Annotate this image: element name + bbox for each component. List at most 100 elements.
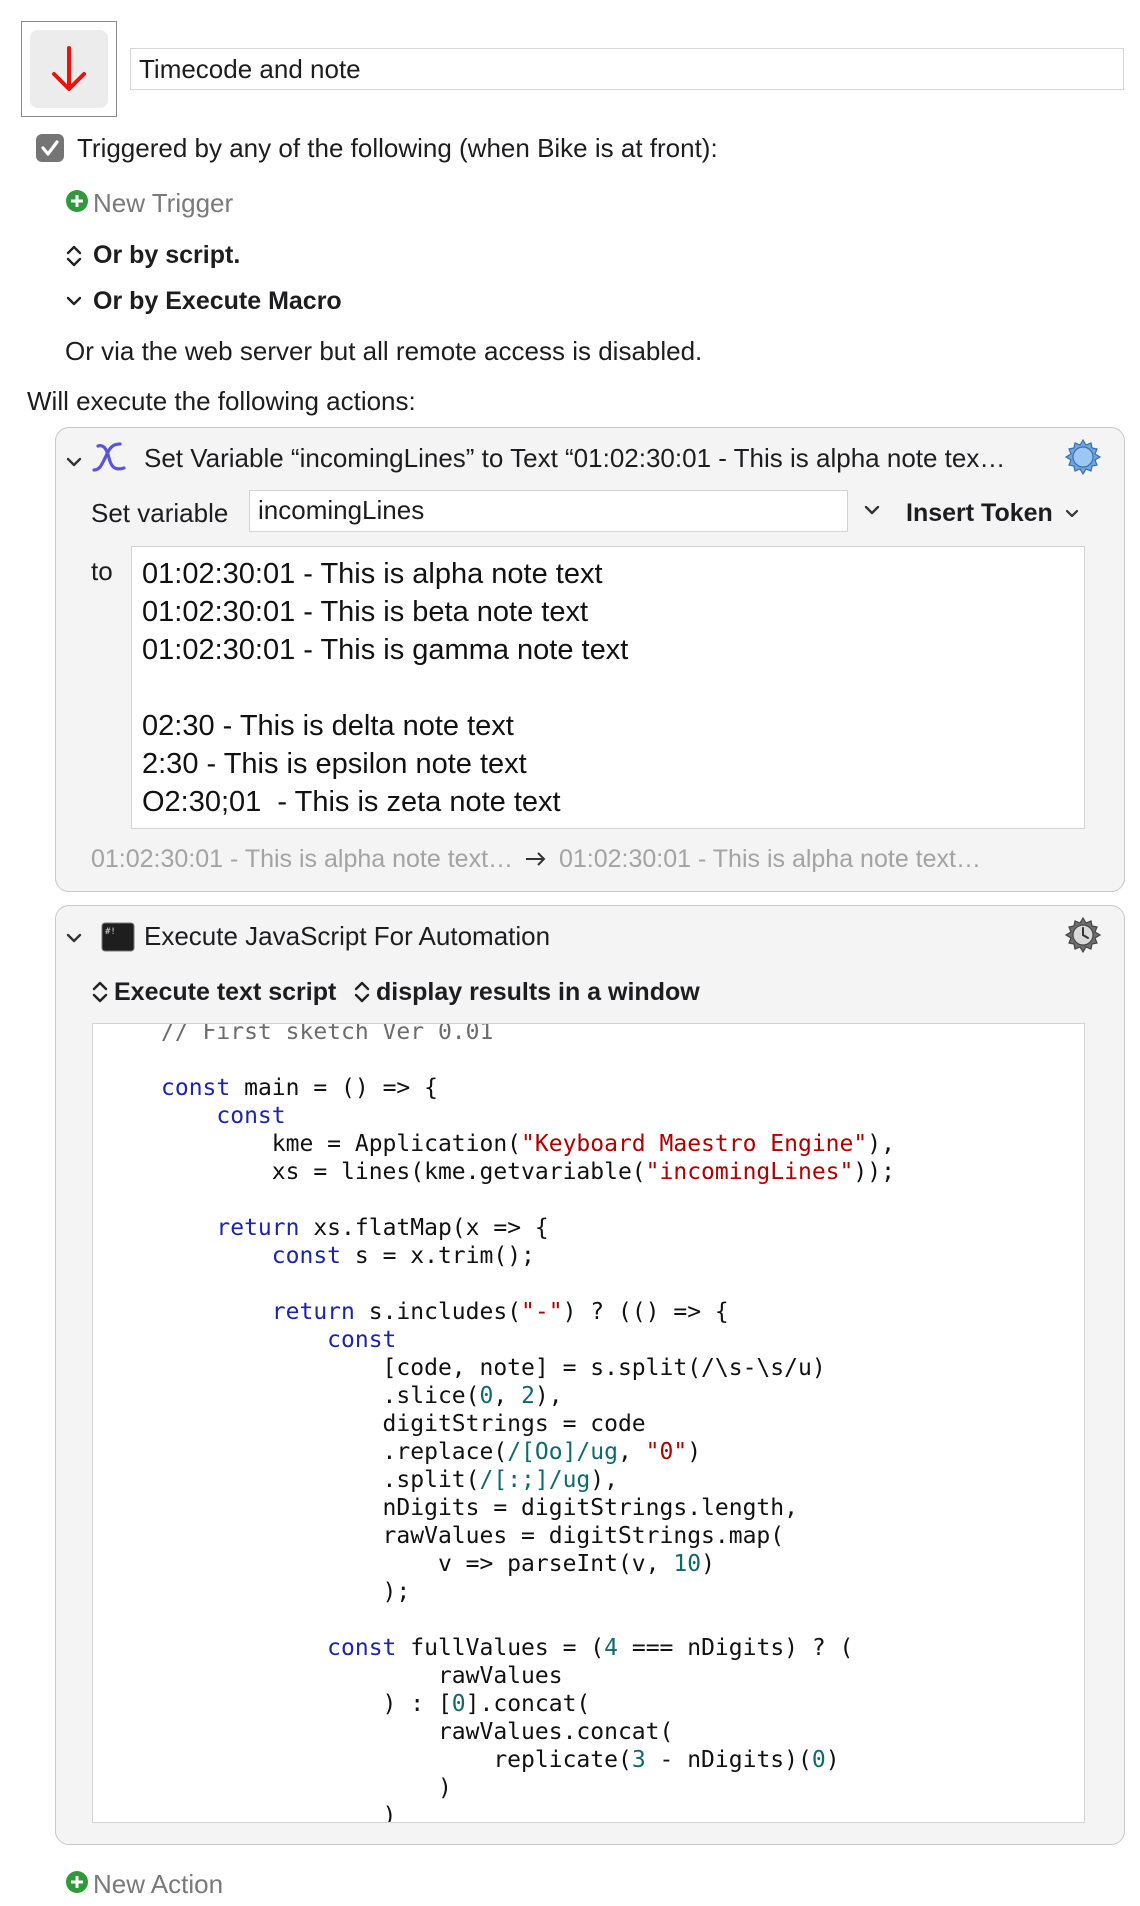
code-line: );: [161, 1578, 1084, 1606]
code-line: .slice(0, 2),: [161, 1382, 1084, 1410]
variable-menu-chevron-icon[interactable]: [863, 496, 881, 524]
insert-token-label: Insert Token: [906, 499, 1053, 527]
new-action-label: New Action: [93, 1869, 224, 1899]
code-token: 2: [521, 1383, 535, 1409]
script-editor[interactable]: // First sketch Ver 0.01 const main = () …: [92, 1023, 1085, 1823]
script-code: // First sketch Ver 0.01 const main = () …: [93, 1023, 1084, 1823]
code-token: ): [161, 1803, 397, 1823]
code-token: const: [161, 1075, 231, 1101]
code-token: 3: [631, 1747, 646, 1773]
variable-name-input[interactable]: incomingLines: [249, 490, 848, 532]
result-mode-label: display results in a window: [376, 978, 700, 1006]
code-token: const: [327, 1635, 397, 1661]
chevron-down-icon[interactable]: [65, 924, 83, 952]
code-token: v => parseInt(v,: [161, 1551, 674, 1577]
code-token: ,: [617, 1439, 646, 1465]
chevron-down-icon[interactable]: [65, 448, 83, 476]
code-token: // First sketch Ver 0.01: [161, 1023, 494, 1045]
script-mode-label: Execute text script: [114, 978, 337, 1006]
code-token: ));: [853, 1159, 895, 1185]
trigger-header: Triggered by any of the following (when …: [77, 133, 718, 163]
code-token: s.includes(: [354, 1299, 522, 1325]
code-line: ): [161, 1774, 1084, 1802]
preview-right: 01:02:30:01 - This is alpha note text…: [558, 845, 981, 873]
or-by-execute-macro-label: Or by Execute Macro: [93, 287, 342, 315]
arrow-right-icon: [525, 852, 546, 866]
macro-icon-background: [30, 30, 108, 108]
code-line: const: [161, 1102, 1084, 1130]
code-token: rawValues.concat(: [161, 1719, 674, 1745]
up-down-chevron-icon: [66, 245, 82, 267]
code-token: return: [271, 1299, 355, 1325]
code-token: );: [161, 1579, 411, 1605]
code-line: const s = x.trim();: [161, 1242, 1084, 1270]
code-token: xs = lines(kme.getvariable(: [161, 1159, 646, 1185]
code-token: kme = Application(: [161, 1131, 522, 1157]
svg-text:#!: #!: [105, 927, 116, 937]
code-token: ) ? (() => {: [562, 1299, 729, 1325]
code-token: s = x.trim();: [341, 1243, 535, 1269]
code-line: return xs.flatMap(x => {: [161, 1214, 1084, 1242]
terminal-icon: #!: [101, 922, 135, 952]
code-token: ): [161, 1775, 452, 1801]
code-token: 0: [451, 1691, 466, 1717]
text-line: 02:30 - This is delta note text: [142, 710, 514, 742]
code-token: return: [216, 1215, 300, 1241]
macro-title-field[interactable]: Timecode and note: [130, 48, 1124, 90]
code-token: "0": [645, 1439, 688, 1465]
set-variable-label: Set variable: [91, 498, 229, 528]
variable-text-area[interactable]: 01:02:30:01 - This is alpha note text 01…: [131, 546, 1085, 829]
code-token: .slice(: [161, 1383, 480, 1409]
code-token: ),: [534, 1383, 563, 1409]
code-token: ),: [867, 1131, 895, 1157]
code-token: ): [701, 1551, 715, 1577]
code-token: digitStrings = code: [161, 1411, 646, 1437]
up-down-chevron-icon: [354, 981, 370, 1003]
code-token: nDigits = digitStrings.length,: [161, 1495, 798, 1521]
macro-icon-well[interactable]: [21, 21, 117, 117]
set-variable-action[interactable]: Set Variable “incomingLines” to Text “01…: [55, 427, 1125, 892]
code-token: 0: [479, 1383, 494, 1409]
checkmark-icon: [41, 140, 59, 156]
text-line: 01:02:30:01 - This is beta note text: [142, 596, 589, 628]
code-line: [code, note] = s.split(/\s-\s/u): [161, 1354, 1084, 1382]
text-line: O2:30;01 - This is zeta note text: [142, 786, 561, 818]
code-line: digitStrings = code: [161, 1410, 1084, 1438]
execute-jxa-action[interactable]: #! Execute JavaScript For Automation Exe…: [55, 905, 1125, 1845]
preview-line: 01:02:30:01 - This is alpha note text… 0…: [91, 843, 981, 875]
code-token: 10: [673, 1551, 702, 1577]
chevron-down-icon: [66, 296, 82, 306]
gear-icon[interactable]: [1063, 437, 1103, 477]
preview-left: 01:02:30:01 - This is alpha note text…: [91, 845, 514, 873]
code-token: xs.flatMap(x => {: [299, 1215, 549, 1241]
trigger-checkbox[interactable]: [36, 134, 64, 162]
code-line: replicate(3 - nDigits)(0): [161, 1746, 1084, 1774]
code-line: .replace(/[Oo]/ug, "0"): [161, 1438, 1084, 1466]
gear-icon[interactable]: [1063, 915, 1103, 955]
code-token: ,: [493, 1383, 522, 1409]
actions-header: Will execute the following actions:: [27, 386, 416, 416]
set-variable-action-title: Set Variable “incomingLines” to Text “01…: [144, 443, 1006, 473]
code-line: const main = () => {: [161, 1074, 1084, 1102]
code-token: rawValues = digitStrings.map(: [161, 1523, 785, 1549]
web-server-note: Or via the web server but all remote acc…: [65, 336, 703, 366]
code-token: ].concat(: [465, 1691, 591, 1717]
insert-token-button[interactable]: Insert Token: [906, 497, 1079, 529]
code-token: ): [687, 1439, 702, 1465]
code-line: const fullValues = (4 === nDigits) ? (: [161, 1634, 1084, 1662]
code-token: fullValues = (: [396, 1635, 605, 1661]
code-line: const: [161, 1326, 1084, 1354]
code-token: const: [327, 1327, 397, 1353]
code-line: nDigits = digitStrings.length,: [161, 1494, 1084, 1522]
code-token: .replace(: [161, 1439, 508, 1465]
execute-jxa-title: Execute JavaScript For Automation: [144, 921, 551, 951]
code-token: .split(: [161, 1467, 480, 1493]
